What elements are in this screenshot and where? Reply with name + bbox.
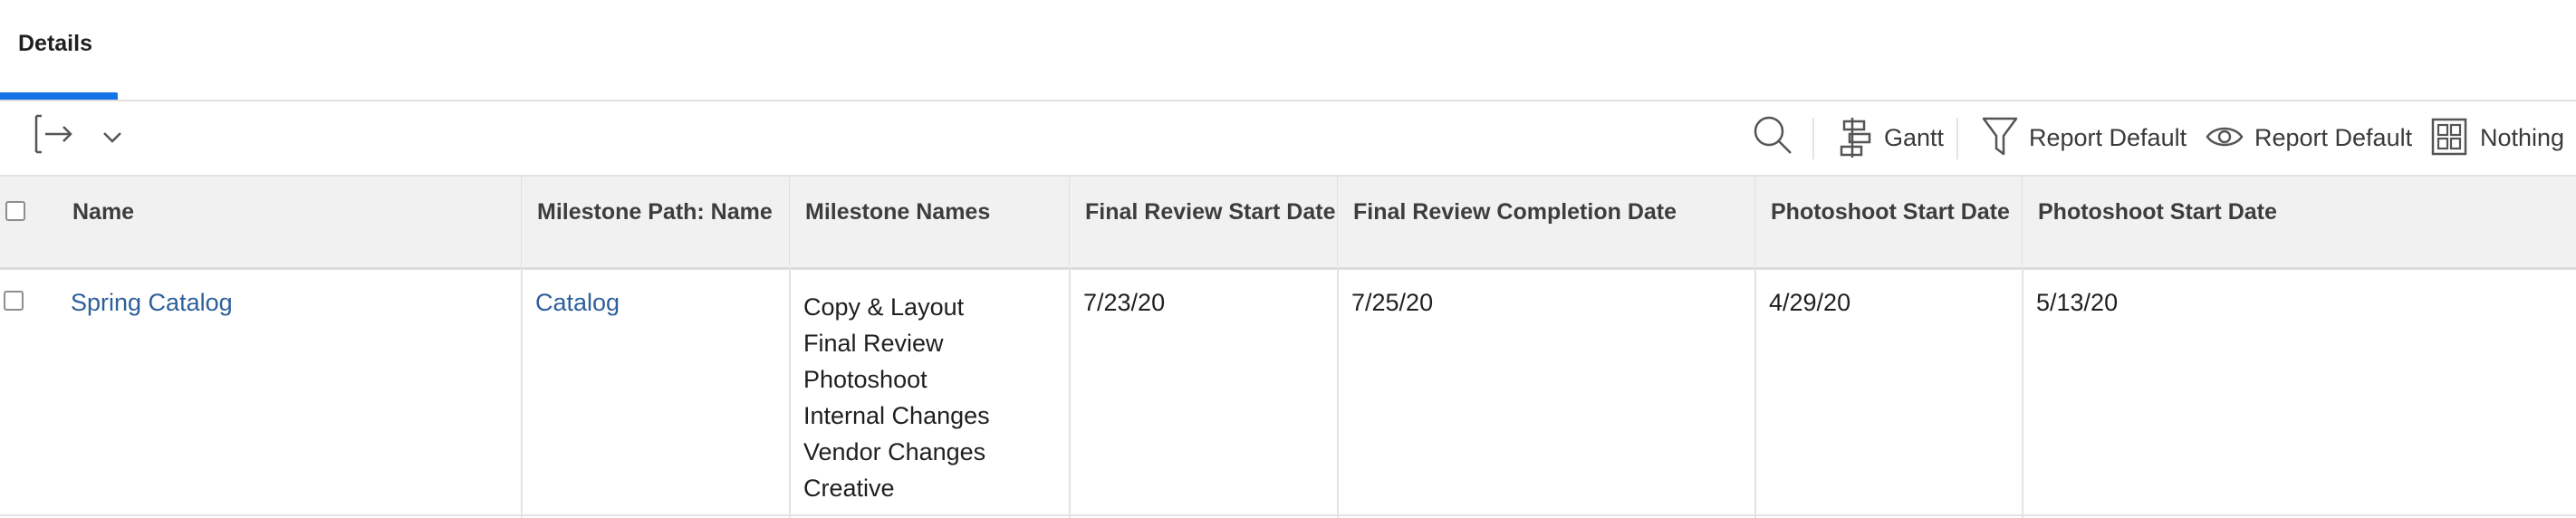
gantt-button[interactable]: Gantt [1884, 124, 1944, 152]
photoshoot-start-cell-2: 5/13/20 [2036, 289, 2119, 316]
select-all-checkbox[interactable] [5, 201, 25, 221]
view-button[interactable]: Report Default [2254, 124, 2412, 152]
column-divider[interactable] [2022, 175, 2023, 265]
filter-icon[interactable] [1982, 116, 2018, 158]
column-divider[interactable] [1337, 175, 1338, 265]
row-checkbox[interactable] [4, 291, 24, 311]
photoshoot-start-cell: 4/29/20 [1769, 289, 1851, 316]
column-divider [1069, 268, 1071, 518]
milestone-name: Internal Changes [803, 402, 990, 429]
column-divider [1337, 268, 1339, 518]
milestone-name: Photoshoot [803, 366, 928, 393]
column-header-milestone-names[interactable]: Milestone Names [805, 199, 990, 225]
filter-button[interactable]: Report Default [2029, 124, 2187, 152]
final-review-start-cell: 7/23/20 [1083, 289, 1166, 316]
column-divider[interactable] [1754, 175, 1755, 265]
row-divider [0, 514, 2576, 516]
column-divider[interactable] [1069, 175, 1070, 265]
column-divider [1754, 268, 1756, 518]
milestone-name: Creative [803, 475, 895, 502]
column-header-final-review-start[interactable]: Final Review Start Date [1085, 199, 1335, 225]
search-icon[interactable] [1752, 114, 1793, 156]
toolbar [0, 101, 2576, 174]
group-by-button[interactable]: Nothing [2480, 124, 2564, 152]
toolbar-separator [1812, 118, 1814, 159]
milestone-name: Vendor Changes [803, 438, 986, 465]
column-header-name[interactable]: Name [72, 199, 134, 225]
column-divider [2022, 268, 2023, 518]
project-name-link[interactable]: Spring Catalog [71, 289, 233, 317]
column-header-final-review-completion[interactable]: Final Review Completion Date [1353, 199, 1677, 225]
milestone-names-list: Copy & Layout Final Review Photoshoot In… [803, 289, 990, 506]
toolbar-separator [1956, 118, 1958, 159]
tab-details[interactable]: Details [18, 31, 92, 57]
column-header-photoshoot-start[interactable]: Photoshoot Start Date [1771, 199, 2010, 225]
column-divider[interactable] [521, 175, 522, 265]
column-divider [789, 268, 791, 518]
chevron-down-icon[interactable] [101, 130, 123, 145]
gantt-icon[interactable] [1839, 116, 1871, 159]
column-header-milestone-path[interactable]: Milestone Path: Name [537, 199, 773, 225]
group-by-icon[interactable] [2431, 118, 2467, 156]
milestone-name: Copy & Layout [803, 293, 965, 321]
final-review-completion-cell: 7/25/20 [1351, 289, 1434, 316]
column-divider [521, 268, 523, 518]
column-header-photoshoot-start-2[interactable]: Photoshoot Start Date [2038, 199, 2277, 225]
tab-bar: Details [0, 0, 2576, 101]
milestone-name: Final Review [803, 330, 944, 357]
active-tab-indicator [0, 92, 118, 100]
column-divider[interactable] [789, 175, 790, 265]
milestone-path-link[interactable]: Catalog [535, 289, 620, 317]
eye-icon[interactable] [2206, 123, 2244, 150]
export-icon[interactable] [33, 112, 76, 156]
